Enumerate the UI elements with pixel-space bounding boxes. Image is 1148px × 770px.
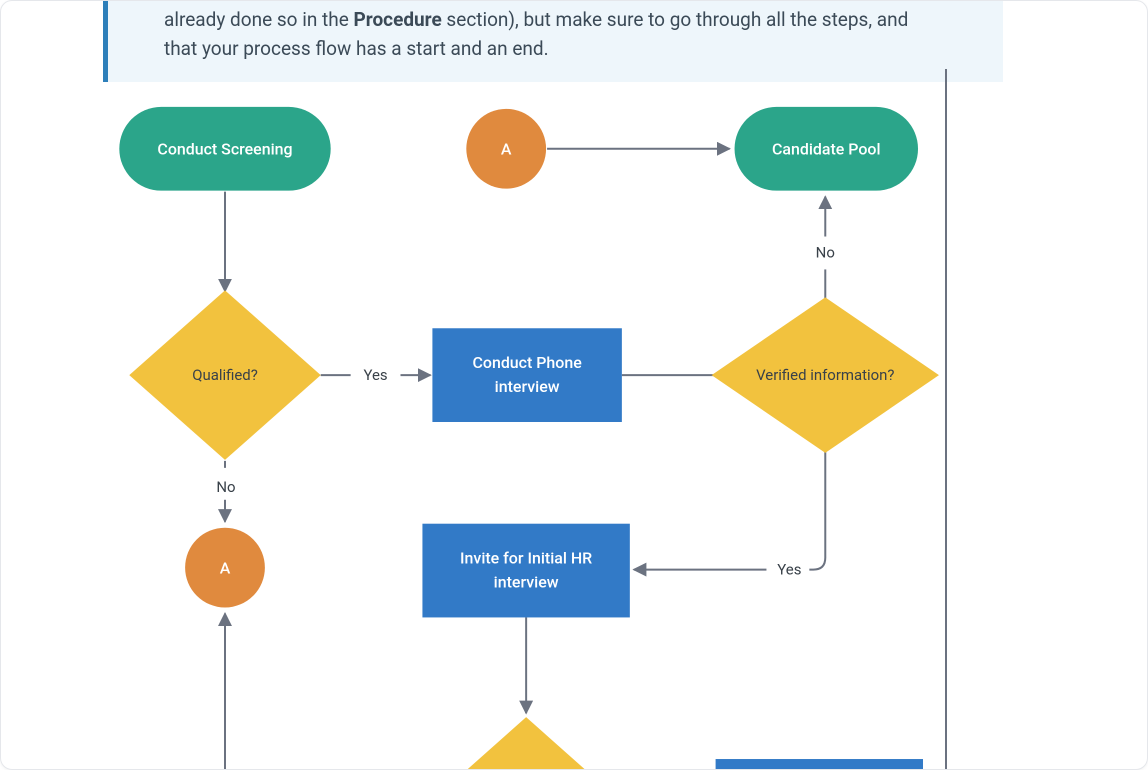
node-verified-label: Verified information? bbox=[756, 366, 894, 384]
label-verified-yes: Yes bbox=[777, 561, 801, 579]
label-qualified-yes: Yes bbox=[363, 366, 387, 384]
node-conduct-phone-interview[interactable]: Conduct Phone interview bbox=[432, 328, 621, 422]
node-connector-a-top[interactable]: A bbox=[466, 109, 546, 189]
page: already done so in the Procedure section… bbox=[0, 0, 1148, 770]
node-invite-hr-interview[interactable]: Invite for Initial HR interview bbox=[422, 524, 629, 618]
node-candidate-pool[interactable]: Candidate Pool bbox=[735, 107, 918, 191]
node-invite-hr-line1: Invite for Initial HR bbox=[460, 549, 592, 568]
node-connector-a-top-label: A bbox=[501, 140, 512, 159]
node-conduct-screening[interactable]: Conduct Screening bbox=[119, 107, 330, 191]
note-line1-pre: already done so in the bbox=[164, 8, 354, 31]
edge-qualified-yes: Yes bbox=[321, 366, 431, 384]
node-candidate-pool-label: Candidate Pool bbox=[772, 140, 881, 159]
edge-verified-yes: Yes bbox=[634, 452, 825, 579]
note-line2: that your process flow has a start and a… bbox=[164, 37, 549, 60]
node-verified-decision[interactable]: Verified information? bbox=[712, 297, 939, 453]
label-qualified-no: No bbox=[216, 478, 235, 496]
node-qualified-label: Qualified? bbox=[192, 366, 258, 384]
label-verified-no: No bbox=[816, 243, 835, 261]
node-invite-hr-line2: interview bbox=[494, 573, 559, 592]
node-qualified-decision[interactable]: Qualified? bbox=[129, 290, 320, 460]
node-phone-line2: interview bbox=[495, 377, 560, 396]
node-conduct-screening-label: Conduct Screening bbox=[157, 140, 292, 159]
node-connector-a-left-label: A bbox=[220, 559, 231, 578]
note-line1-bold: Procedure bbox=[354, 8, 442, 31]
edge-qualified-no: No bbox=[216, 461, 235, 522]
flowchart-svg: Yes No No Yes bbox=[1, 69, 1147, 769]
node-phone-line1: Conduct Phone bbox=[473, 353, 583, 372]
node-connector-a-left[interactable]: A bbox=[185, 528, 265, 608]
node-next-process-partial[interactable] bbox=[716, 759, 923, 769]
flowchart: Yes No No Yes bbox=[1, 69, 1147, 769]
edge-verified-no: No bbox=[816, 197, 835, 299]
note-line1-post: section), but make sure to go through al… bbox=[442, 8, 909, 31]
node-next-decision-partial[interactable] bbox=[436, 717, 615, 769]
